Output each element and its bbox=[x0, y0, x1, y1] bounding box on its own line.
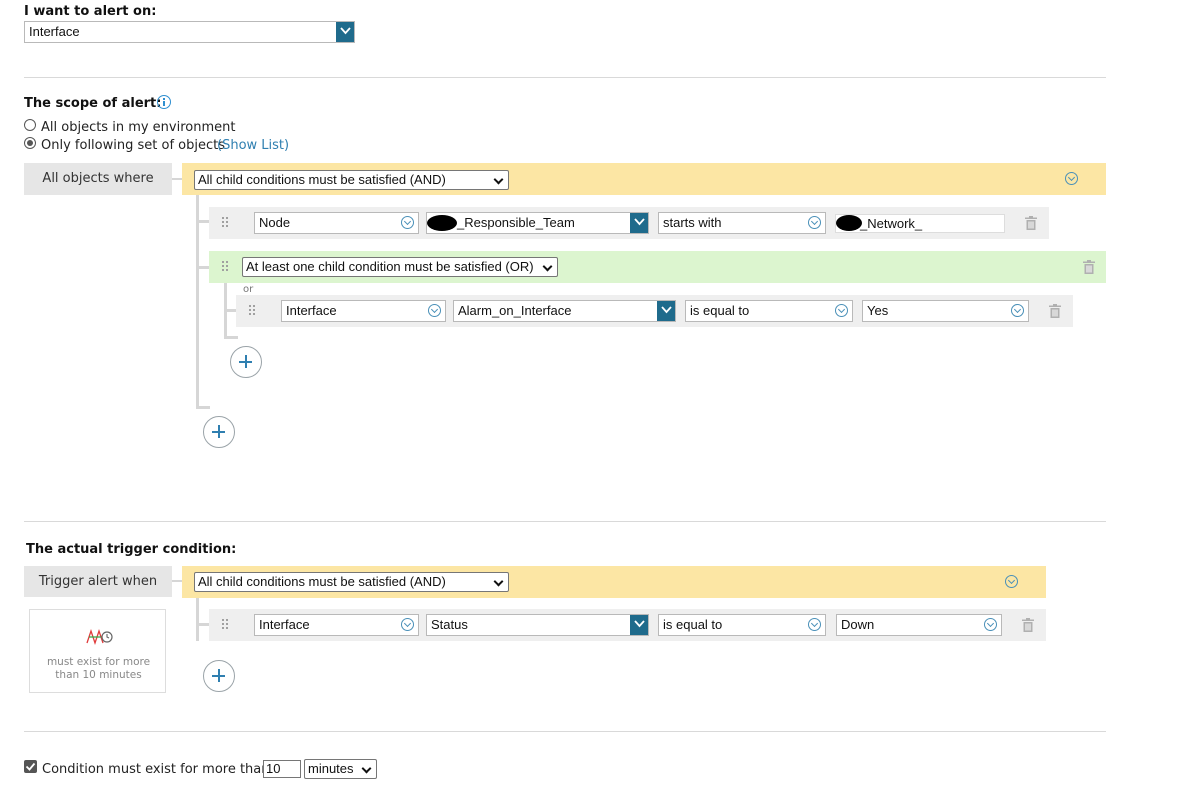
trash-icon[interactable] bbox=[1025, 216, 1037, 230]
condition-object-value: Interface bbox=[286, 303, 337, 318]
condition-value-text: _Network_ bbox=[860, 216, 923, 231]
chevron-down-icon bbox=[401, 618, 414, 631]
add-condition-button[interactable] bbox=[203, 416, 235, 448]
redaction-mark bbox=[427, 215, 457, 231]
scope-all-radio[interactable] bbox=[24, 119, 36, 131]
alert-on-select[interactable]: Interface bbox=[24, 21, 355, 43]
duration-value-text: 10 bbox=[266, 761, 281, 776]
scope-only-radio[interactable] bbox=[24, 137, 36, 149]
duration-unit-value: minutes bbox=[308, 761, 354, 776]
collapse-group-icon[interactable] bbox=[1005, 575, 1018, 588]
scope-label: The scope of alert: bbox=[24, 96, 162, 111]
chevron-down-icon bbox=[835, 304, 848, 317]
tree-line bbox=[196, 623, 210, 626]
condition-operator-select[interactable]: is equal to bbox=[658, 614, 826, 636]
condition-value-input[interactable]: _Network_ bbox=[835, 214, 1005, 233]
drag-handle-icon[interactable] bbox=[249, 305, 257, 317]
condition-value-select[interactable]: Down bbox=[836, 614, 1002, 636]
trigger-when-label: Trigger alert when bbox=[24, 566, 172, 597]
chevron-down-icon bbox=[1011, 304, 1024, 317]
tree-line bbox=[196, 266, 210, 269]
trigger-label: The actual trigger condition: bbox=[26, 542, 237, 557]
chevron-down-icon bbox=[657, 301, 675, 321]
drag-handle-icon[interactable] bbox=[222, 261, 230, 273]
chevron-down-icon bbox=[336, 22, 354, 42]
trash-icon[interactable] bbox=[1049, 304, 1061, 318]
condition-value-text: Yes bbox=[867, 303, 889, 318]
tree-line bbox=[224, 336, 238, 339]
condition-object-select[interactable]: Node bbox=[254, 212, 419, 234]
divider bbox=[24, 521, 1106, 522]
or-group-mode-select[interactable]: At least one child condition must be sat… bbox=[242, 257, 558, 277]
chevron-down-icon bbox=[401, 216, 414, 229]
info-icon[interactable] bbox=[157, 95, 171, 109]
chevron-down-icon bbox=[630, 213, 648, 233]
tree-line bbox=[196, 598, 199, 641]
condition-operator-value: is equal to bbox=[663, 617, 723, 632]
condition-object-select[interactable]: Interface bbox=[254, 614, 419, 636]
duration-checkbox-label: Condition must exist for more than bbox=[42, 762, 270, 777]
trash-icon[interactable] bbox=[1022, 618, 1034, 632]
condition-object-value: Node bbox=[259, 215, 291, 230]
condition-value-select[interactable]: Yes bbox=[862, 300, 1029, 322]
alert-on-value: Interface bbox=[29, 24, 80, 39]
condition-field-select[interactable]: Alarm_on_Interface bbox=[453, 300, 676, 322]
scope-all-label: All objects in my environment bbox=[41, 120, 236, 135]
condition-object-select[interactable]: Interface bbox=[281, 300, 446, 322]
duration-unit-select[interactable]: minutes bbox=[304, 759, 377, 779]
divider bbox=[24, 731, 1106, 732]
connector bbox=[172, 580, 182, 582]
trash-icon[interactable] bbox=[1083, 260, 1095, 274]
duration-checkbox[interactable] bbox=[24, 760, 37, 773]
chevron-down-icon bbox=[428, 304, 441, 317]
scope-root-mode-select[interactable]: All child conditions must be satisfied (… bbox=[194, 170, 509, 190]
drag-handle-icon[interactable] bbox=[222, 619, 230, 631]
drag-handle-icon[interactable] bbox=[222, 217, 230, 229]
condition-field-select[interactable]: _Responsible_Team bbox=[426, 212, 649, 234]
connector bbox=[172, 178, 182, 180]
chevron-down-icon bbox=[808, 216, 821, 229]
condition-field-value: Status bbox=[431, 617, 468, 632]
condition-object-value: Interface bbox=[259, 617, 310, 632]
duration-badge-text: must exist for more than 10 minutes bbox=[46, 656, 151, 681]
or-group-mode-value: At least one child condition must be sat… bbox=[246, 259, 534, 274]
add-condition-button[interactable] bbox=[203, 660, 235, 692]
divider bbox=[24, 77, 1106, 78]
duration-value-input[interactable]: 10 bbox=[263, 760, 301, 778]
condition-operator-value: starts with bbox=[663, 215, 722, 230]
condition-operator-select[interactable]: is equal to bbox=[685, 300, 853, 322]
condition-operator-select[interactable]: starts with bbox=[658, 212, 826, 234]
all-objects-where-label: All objects where bbox=[24, 163, 172, 195]
condition-field-value: Alarm_on_Interface bbox=[458, 303, 572, 318]
alert-on-label: I want to alert on: bbox=[24, 4, 157, 19]
condition-operator-value: is equal to bbox=[690, 303, 750, 318]
chevron-down-icon bbox=[630, 615, 648, 635]
tree-line bbox=[196, 220, 210, 223]
collapse-group-icon[interactable] bbox=[1065, 172, 1078, 185]
show-list-link[interactable]: (Show List) bbox=[217, 138, 289, 153]
tree-line bbox=[196, 195, 199, 408]
duration-badge: must exist for more than 10 minutes bbox=[29, 609, 166, 693]
trigger-mode-select[interactable]: All child conditions must be satisfied (… bbox=[194, 572, 509, 592]
tree-line bbox=[196, 406, 210, 409]
condition-value-text: Down bbox=[841, 617, 875, 632]
condition-field-select[interactable]: Status bbox=[426, 614, 649, 636]
scope-root-mode-value: All child conditions must be satisfied (… bbox=[198, 172, 446, 187]
trigger-duration-icon bbox=[86, 626, 114, 650]
redaction-mark bbox=[836, 215, 862, 231]
add-condition-button[interactable] bbox=[230, 346, 262, 378]
or-label: or bbox=[243, 284, 254, 295]
condition-field-value: _Responsible_Team bbox=[457, 215, 575, 230]
trigger-mode-value: All child conditions must be satisfied (… bbox=[198, 574, 446, 589]
chevron-down-icon bbox=[984, 618, 997, 631]
chevron-down-icon bbox=[808, 618, 821, 631]
scope-only-label: Only following set of objects bbox=[41, 138, 225, 153]
